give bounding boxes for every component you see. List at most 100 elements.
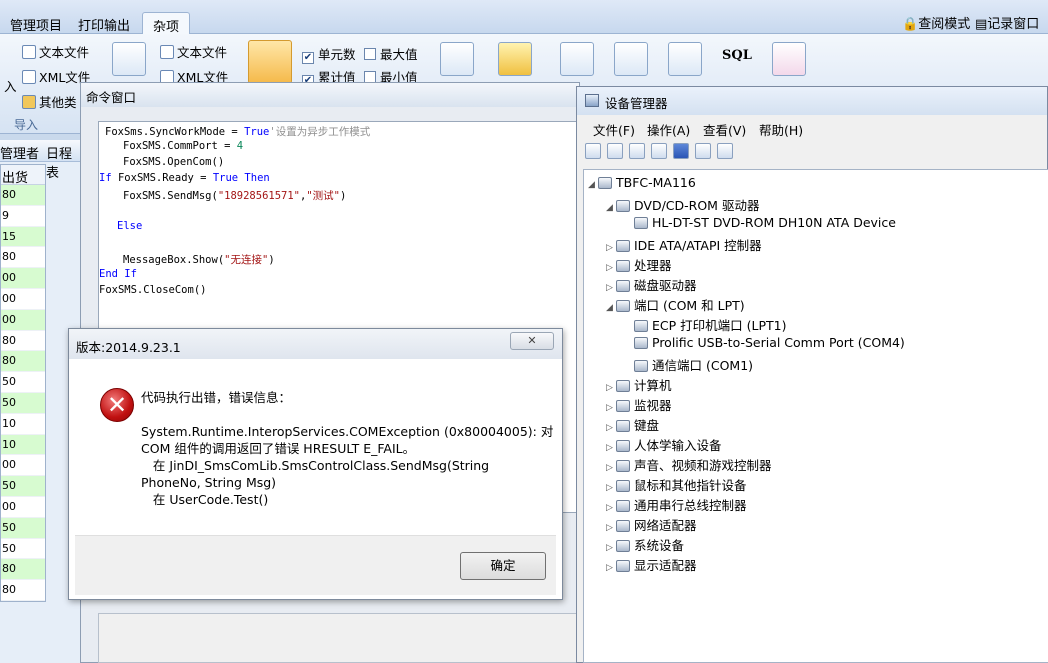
device-manager-title: 设备管理器 [577, 87, 1047, 115]
menu-action[interactable]: 操作(A) [647, 120, 690, 139]
list-item[interactable]: 9 [1, 206, 45, 227]
expand-toggle-icon[interactable]: ▷ [606, 243, 616, 253]
code-line: FoxSMS.OpenCom() [123, 156, 225, 168]
menu-view[interactable]: 查看(V) [703, 120, 746, 139]
tree-node[interactable]: ▷ 通用串行总线控制器 [606, 495, 747, 514]
tree-node[interactable]: ◢ 端口 (COM 和 LPT) [606, 295, 745, 314]
calculator-icon[interactable] [248, 40, 292, 84]
expand-toggle-icon[interactable]: ◢ [606, 203, 616, 213]
column-header-shipment[interactable]: 出货 [1, 165, 45, 186]
expand-toggle-icon[interactable]: ▷ [606, 463, 616, 473]
expand-toggle-icon[interactable]: ◢ [606, 303, 616, 313]
nav-manager[interactable]: 管理者 [0, 143, 39, 162]
expand-toggle-icon[interactable]: ▷ [606, 423, 616, 433]
export-text-file-button[interactable]: 文本文件 [160, 42, 227, 61]
help-icon[interactable] [673, 143, 689, 159]
list-item[interactable]: 80 [1, 331, 45, 352]
folder-export-icon[interactable] [112, 42, 146, 76]
tree-node[interactable]: ▷ 系统设备 [606, 535, 684, 554]
search-doc-icon[interactable] [560, 42, 594, 76]
max-value-checkbox[interactable]: 最大值 [364, 44, 418, 63]
scan-icon[interactable] [717, 143, 733, 159]
ok-button[interactable]: 确定 [460, 552, 546, 580]
close-button[interactable]: ✕ [510, 332, 554, 350]
tree-node[interactable]: ▷ 鼠标和其他指针设备 [606, 475, 747, 494]
list-item[interactable]: 00 [1, 289, 45, 310]
usb-icon [616, 500, 630, 512]
list-item[interactable]: 10 [1, 414, 45, 435]
list-item[interactable]: 00 [1, 497, 45, 518]
tab-print-output[interactable]: 打印输出 [68, 12, 140, 34]
expand-toggle-icon[interactable]: ◢ [588, 180, 598, 190]
list-item[interactable]: 00 [1, 268, 45, 289]
output-area[interactable] [98, 613, 580, 663]
list-icon[interactable] [651, 143, 667, 159]
list-item[interactable]: 80 [1, 247, 45, 269]
expand-toggle-icon[interactable]: ▷ [606, 483, 616, 493]
network-tree-icon[interactable] [614, 42, 648, 76]
tree-node-label: 显示适配器 [634, 558, 697, 573]
tree-node[interactable]: ▷ 磁盘驱动器 [606, 275, 697, 294]
tree-node[interactable]: ▷ 声音、视频和游戏控制器 [606, 455, 772, 474]
tree-node[interactable]: ▷ 键盘 [606, 415, 659, 434]
tools-icon[interactable] [668, 42, 702, 76]
settings-doc-icon[interactable] [772, 42, 806, 76]
tree-node[interactable]: ▷ 显示适配器 [606, 555, 697, 574]
expand-toggle-icon[interactable]: ▷ [606, 563, 616, 573]
import-other-button[interactable]: 其他类 [22, 92, 77, 111]
sql-button[interactable]: SQL [722, 48, 752, 63]
tree-node[interactable]: ▷ 计算机 [606, 375, 672, 394]
tree-node[interactable]: ◢ TBFC-MA116 [588, 175, 696, 190]
tree-node[interactable]: Prolific USB-to-Serial Comm Port (COM4) [624, 335, 905, 350]
list-item[interactable]: 00 [1, 309, 45, 331]
forward-icon[interactable] [607, 143, 623, 159]
log-window-link[interactable]: ▤记录窗口 [975, 13, 1039, 32]
list-item[interactable]: 50 [1, 392, 45, 414]
expand-toggle-icon[interactable]: ▷ [606, 523, 616, 533]
expand-toggle-icon[interactable]: ▷ [606, 503, 616, 513]
tree-node[interactable]: ECP 打印机端口 (LPT1) [624, 315, 786, 334]
mouse-icon [616, 480, 630, 492]
list-item[interactable]: 50 [1, 476, 45, 497]
expand-toggle-icon[interactable]: ▷ [606, 283, 616, 293]
lookup-mode-link[interactable]: 🔒查阅模式 [902, 13, 970, 32]
code-line: If FoxSMS.Ready = True Then [99, 172, 270, 184]
list-item[interactable]: 50 [1, 372, 45, 393]
list-item[interactable]: 15 [1, 226, 45, 248]
tree-node[interactable]: ▷ 网络适配器 [606, 515, 697, 534]
back-icon[interactable] [585, 143, 601, 159]
properties-icon[interactable] [629, 143, 645, 159]
menu-file[interactable]: 文件(F) [593, 120, 635, 139]
expand-toggle-icon[interactable]: ▷ [606, 383, 616, 393]
table-export-icon[interactable] [440, 42, 474, 76]
view-icon[interactable] [695, 143, 711, 159]
unit-count-checkbox[interactable]: ✔ 单元数 [302, 44, 356, 64]
list-item[interactable]: 00 [1, 455, 45, 477]
database-icon[interactable] [498, 42, 532, 76]
tree-node[interactable]: 通信端口 (COM1) [624, 355, 753, 374]
tree-node[interactable]: ◢ DVD/CD-ROM 驱动器 [606, 195, 759, 214]
tree-node[interactable]: ▷ IDE ATA/ATAPI 控制器 [606, 235, 762, 254]
tree-node[interactable]: ▷ 处理器 [606, 255, 672, 274]
expand-toggle-icon[interactable]: ▷ [606, 263, 616, 273]
list-item[interactable]: 50 [1, 517, 45, 539]
tree-node[interactable]: ▷ 人体学输入设备 [606, 435, 722, 454]
nav-schedule[interactable]: 日程表 [46, 143, 80, 181]
tree-node[interactable]: HL-DT-ST DVD-ROM DH10N ATA Device [624, 215, 896, 230]
list-item[interactable]: 80 [1, 580, 45, 601]
list-item[interactable]: 80 [1, 351, 45, 373]
list-item[interactable]: 10 [1, 434, 45, 456]
tab-misc[interactable]: 杂项 [142, 12, 191, 35]
menu-help[interactable]: 帮助(H) [759, 120, 803, 139]
expand-toggle-icon[interactable]: ▷ [606, 543, 616, 553]
ide-icon [616, 240, 630, 252]
expand-toggle-icon[interactable]: ▷ [606, 443, 616, 453]
tree-node[interactable]: ▷ 监视器 [606, 395, 672, 414]
expand-toggle-icon[interactable]: ▷ [606, 403, 616, 413]
device-manager-window: 设备管理器 文件(F) 操作(A) 查看(V) 帮助(H) ◢ TBFC-MA11… [576, 86, 1048, 663]
list-item[interactable]: 50 [1, 539, 45, 560]
tab-manage-project[interactable]: 管理项目 [0, 12, 72, 34]
list-item[interactable]: 80 [1, 559, 45, 581]
list-item[interactable]: 80 [1, 185, 45, 206]
import-text-file-button[interactable]: 文本文件 [22, 42, 89, 61]
